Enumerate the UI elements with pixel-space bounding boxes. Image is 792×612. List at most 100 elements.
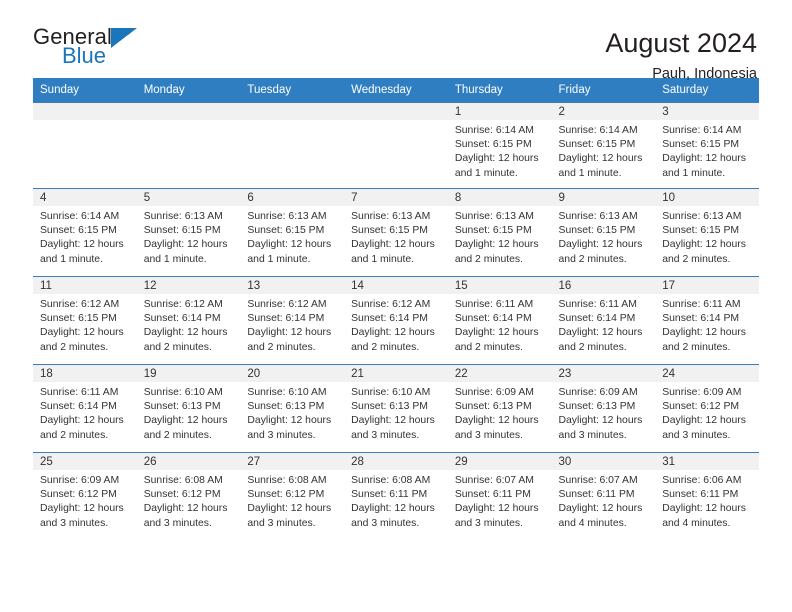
daylight-text-line1: Daylight: 12 hours xyxy=(247,327,332,339)
day-number: 15 xyxy=(447,277,552,294)
calendar-day-cell[interactable]: 9 Sunrise: 6:13 AM Sunset: 6:15 PM Daylight… xyxy=(551,188,656,277)
sunrise-text: Sunrise: 6:08 AM xyxy=(247,475,327,486)
day-number: 31 xyxy=(655,453,759,470)
calendar-day-cell[interactable]: 31 Sunrise: 6:06 AM Sunset: 6:11 PM Dayligh… xyxy=(655,452,759,541)
weekday-header-monday: Monday xyxy=(136,78,241,103)
daylight-text-line2: and 3 minutes. xyxy=(351,517,420,529)
day-number: 23 xyxy=(551,365,656,382)
sunrise-text: Sunrise: 6:11 AM xyxy=(558,299,637,310)
day-details: Sunrise: 6:10 AM Sunset: 6:13 PM Daylight:… xyxy=(344,382,448,443)
day-number: 18 xyxy=(33,365,137,382)
day-details: Sunrise: 6:11 AM Sunset: 6:14 PM Daylight:… xyxy=(33,382,137,443)
day-details: Sunrise: 6:10 AM Sunset: 6:13 PM Daylight:… xyxy=(240,382,344,443)
page-header: General Blue August 2024 Pauh, Indonesia xyxy=(0,0,792,83)
calendar-cell-empty xyxy=(240,102,345,189)
day-details: Sunrise: 6:12 AM Sunset: 6:14 PM Daylight:… xyxy=(344,294,448,355)
calendar-day-cell[interactable]: 16 Sunrise: 6:11 AM Sunset: 6:14 PM Dayligh… xyxy=(551,276,656,365)
calendar-day-cell[interactable]: 26 Sunrise: 6:08 AM Sunset: 6:12 PM Dayligh… xyxy=(136,452,241,541)
daylight-text-line2: and 1 minute. xyxy=(40,253,103,265)
calendar-body: 1 Sunrise: 6:14 AM Sunset: 6:15 PM Daylight… xyxy=(33,102,759,541)
calendar-cell-empty xyxy=(33,102,137,189)
calendar-day-cell[interactable]: 5 Sunrise: 6:13 AM Sunset: 6:15 PM Daylight… xyxy=(136,188,241,277)
sunrise-text: Sunrise: 6:12 AM xyxy=(143,299,223,310)
sunrise-text: Sunrise: 6:12 AM xyxy=(351,299,431,310)
sunrise-text: Sunrise: 6:09 AM xyxy=(662,387,742,398)
day-number: 20 xyxy=(240,365,345,382)
calendar-week-row: 4 Sunrise: 6:14 AM Sunset: 6:15 PM Daylight… xyxy=(33,188,759,277)
calendar-day-cell[interactable]: 21 Sunrise: 6:10 AM Sunset: 6:13 PM Dayligh… xyxy=(344,364,448,453)
daylight-text-line1: Daylight: 12 hours xyxy=(558,239,643,251)
calendar-day-cell[interactable]: 12 Sunrise: 6:12 AM Sunset: 6:14 PM Dayligh… xyxy=(136,276,241,365)
day-number: 17 xyxy=(655,277,759,294)
sunrise-text: Sunrise: 6:13 AM xyxy=(351,211,431,222)
sunset-text: Sunset: 6:12 PM xyxy=(143,489,221,501)
sunrise-text: Sunrise: 6:13 AM xyxy=(454,211,534,222)
day-details: Sunrise: 6:14 AM Sunset: 6:15 PM Daylight:… xyxy=(33,206,137,267)
sunset-text: Sunset: 6:14 PM xyxy=(558,313,636,325)
calendar-day-cell[interactable]: 27 Sunrise: 6:08 AM Sunset: 6:12 PM Dayligh… xyxy=(240,452,345,541)
sunset-text: Sunset: 6:11 PM xyxy=(662,489,739,501)
sunrise-text: Sunrise: 6:10 AM xyxy=(351,387,431,398)
calendar-day-cell[interactable]: 23 Sunrise: 6:09 AM Sunset: 6:13 PM Dayligh… xyxy=(551,364,656,453)
sunset-text: Sunset: 6:11 PM xyxy=(351,489,428,501)
day-details: Sunrise: 6:14 AM Sunset: 6:15 PM Daylight:… xyxy=(655,120,759,181)
calendar-week-row: 25 Sunrise: 6:09 AM Sunset: 6:12 PM Dayligh… xyxy=(33,452,759,541)
sunset-text: Sunset: 6:15 PM xyxy=(662,139,740,151)
sunrise-text: Sunrise: 6:06 AM xyxy=(662,475,742,486)
calendar-day-cell[interactable]: 19 Sunrise: 6:10 AM Sunset: 6:13 PM Dayligh… xyxy=(136,364,241,453)
day-details: Sunrise: 6:13 AM Sunset: 6:15 PM Daylight:… xyxy=(552,206,656,267)
calendar-day-cell[interactable]: 20 Sunrise: 6:10 AM Sunset: 6:13 PM Dayligh… xyxy=(240,364,345,453)
calendar-day-cell[interactable]: 22 Sunrise: 6:09 AM Sunset: 6:13 PM Dayligh… xyxy=(447,364,552,453)
calendar-day-cell[interactable]: 18 Sunrise: 6:11 AM Sunset: 6:14 PM Dayligh… xyxy=(33,364,137,453)
daylight-text-line2: and 1 minute. xyxy=(247,253,311,265)
calendar-day-cell[interactable]: 25 Sunrise: 6:09 AM Sunset: 6:12 PM Dayligh… xyxy=(33,452,137,541)
calendar-day-cell[interactable]: 4 Sunrise: 6:14 AM Sunset: 6:15 PM Daylight… xyxy=(33,188,137,277)
sunset-text: Sunset: 6:14 PM xyxy=(247,313,325,325)
daylight-text-line1: Daylight: 12 hours xyxy=(143,327,228,339)
sunset-text: Sunset: 6:15 PM xyxy=(662,225,740,237)
daylight-text-line2: and 1 minute. xyxy=(351,253,415,265)
day-number: 26 xyxy=(136,453,241,470)
day-details: Sunrise: 6:09 AM Sunset: 6:12 PM Daylight:… xyxy=(655,382,759,443)
calendar-day-cell[interactable]: 6 Sunrise: 6:13 AM Sunset: 6:15 PM Daylight… xyxy=(240,188,345,277)
calendar-day-cell[interactable]: 29 Sunrise: 6:07 AM Sunset: 6:11 PM Dayligh… xyxy=(447,452,552,541)
calendar-page: General Blue August 2024 Pauh, Indonesia… xyxy=(0,0,792,612)
sunrise-text: Sunrise: 6:07 AM xyxy=(454,475,534,486)
day-number: 8 xyxy=(447,189,552,206)
sunset-text: Sunset: 6:12 PM xyxy=(662,401,740,413)
daylight-text-line2: and 2 minutes. xyxy=(143,429,212,441)
calendar-day-cell[interactable]: 24 Sunrise: 6:09 AM Sunset: 6:12 PM Dayligh… xyxy=(655,364,759,453)
day-details: Sunrise: 6:09 AM Sunset: 6:13 PM Daylight:… xyxy=(552,382,656,443)
sunset-text: Sunset: 6:13 PM xyxy=(143,401,221,413)
sunrise-text: Sunrise: 6:11 AM xyxy=(454,299,534,310)
calendar-day-cell[interactable]: 3 Sunrise: 6:14 AM Sunset: 6:15 PM Daylight… xyxy=(655,102,759,189)
calendar-day-cell[interactable]: 8 Sunrise: 6:13 AM Sunset: 6:15 PM Daylight… xyxy=(447,188,552,277)
sunrise-text: Sunrise: 6:09 AM xyxy=(40,475,120,486)
day-details: Sunrise: 6:06 AM Sunset: 6:11 PM Daylight:… xyxy=(655,470,759,531)
day-details: Sunrise: 6:11 AM Sunset: 6:14 PM Daylight:… xyxy=(448,294,552,355)
day-details: Sunrise: 6:11 AM Sunset: 6:14 PM Daylight:… xyxy=(552,294,656,355)
general-blue-logo[interactable]: General Blue xyxy=(33,26,143,67)
calendar-day-cell[interactable]: 1 Sunrise: 6:14 AM Sunset: 6:15 PM Daylight… xyxy=(447,102,552,189)
sunset-text: Sunset: 6:13 PM xyxy=(558,401,636,413)
calendar-week-row: 18 Sunrise: 6:11 AM Sunset: 6:14 PM Dayligh… xyxy=(33,364,759,453)
calendar-day-cell[interactable]: 15 Sunrise: 6:11 AM Sunset: 6:14 PM Dayligh… xyxy=(447,276,552,365)
calendar-day-cell[interactable]: 2 Sunrise: 6:14 AM Sunset: 6:15 PM Daylight… xyxy=(551,102,656,189)
day-details: Sunrise: 6:12 AM Sunset: 6:14 PM Daylight:… xyxy=(240,294,344,355)
day-number: 22 xyxy=(447,365,552,382)
calendar-day-cell[interactable]: 7 Sunrise: 6:13 AM Sunset: 6:15 PM Daylight… xyxy=(344,188,448,277)
daylight-text-line2: and 2 minutes. xyxy=(454,341,523,353)
calendar-day-cell[interactable]: 17 Sunrise: 6:11 AM Sunset: 6:14 PM Dayligh… xyxy=(655,276,759,365)
daylight-text-line2: and 2 minutes. xyxy=(40,429,109,441)
calendar-day-cell[interactable]: 11 Sunrise: 6:12 AM Sunset: 6:15 PM Dayligh… xyxy=(33,276,137,365)
sunset-text: Sunset: 6:13 PM xyxy=(247,401,325,413)
calendar-day-cell[interactable]: 10 Sunrise: 6:13 AM Sunset: 6:15 PM Dayligh… xyxy=(655,188,759,277)
daylight-text-line1: Daylight: 12 hours xyxy=(247,415,332,427)
day-number: 30 xyxy=(551,453,656,470)
calendar-day-cell[interactable]: 30 Sunrise: 6:07 AM Sunset: 6:11 PM Dayligh… xyxy=(551,452,656,541)
calendar-day-cell[interactable]: 28 Sunrise: 6:08 AM Sunset: 6:11 PM Dayligh… xyxy=(344,452,448,541)
day-details: Sunrise: 6:07 AM Sunset: 6:11 PM Daylight:… xyxy=(448,470,552,531)
calendar-day-cell[interactable]: 14 Sunrise: 6:12 AM Sunset: 6:14 PM Dayligh… xyxy=(344,276,448,365)
calendar-day-cell[interactable]: 13 Sunrise: 6:12 AM Sunset: 6:14 PM Dayligh… xyxy=(240,276,345,365)
daylight-text-line2: and 3 minutes. xyxy=(40,517,109,529)
